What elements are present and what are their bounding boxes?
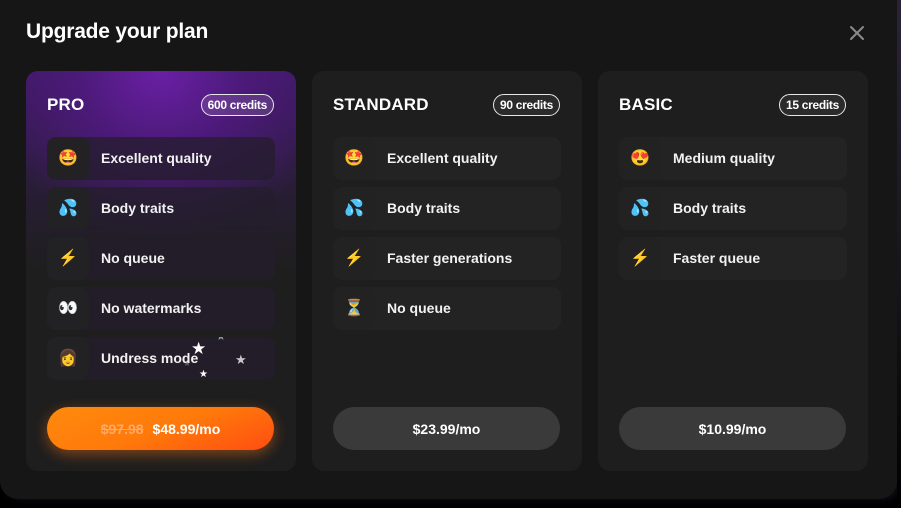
feature-item: 💦 Body traits [47,187,275,230]
star-icon: ★ [235,352,247,367]
feature-label: Undress mode [101,350,199,366]
sparkle-stars-decoration: ★ ★ ★ ★ ★ [185,337,275,380]
feature-list: 🤩 Excellent quality 💦 Body traits ⚡ Fast… [333,137,561,337]
price-label: $10.99/mo [698,420,767,437]
lightning-icon: ⚡ [47,237,89,280]
feature-item-highlighted: ★ ★ ★ ★ ★ 👩 Undress mode [47,337,275,380]
plan-name: PRO [47,95,85,114]
sweat-droplets-icon: 💦 [619,187,661,230]
feature-label: Body traits [387,200,461,216]
plan-card-standard[interactable]: STANDARD 90 credits 🤩 Excellent quality … [312,71,582,471]
feature-item: 🤩 Excellent quality [333,137,561,180]
feature-item: ⏳ No queue [333,287,561,330]
sweat-droplets-icon: 💦 [47,187,89,230]
credits-badge: 90 credits [492,94,560,116]
hourglass-icon: ⏳ [333,287,375,330]
star-struck-face-icon: 🤩 [333,137,375,180]
heart-eyes-face-icon: 😍 [619,137,661,180]
credits-badge: 600 credits [200,94,274,116]
feature-label: Excellent quality [101,150,212,166]
window-edge [897,0,901,508]
feature-item: ⚡ No queue [47,237,275,280]
buy-standard-button[interactable]: $23.99/mo [333,407,560,450]
buy-basic-button[interactable]: $10.99/mo [619,407,846,450]
feature-list: 🤩 Excellent quality 💦 Body traits ⚡ No q… [47,137,275,387]
feature-item: 😍 Medium quality [619,137,847,180]
star-icon: ★ [199,369,208,380]
lightning-icon: ⚡ [333,237,375,280]
sweat-droplets-icon: 💦 [333,187,375,230]
feature-label: Faster generations [387,250,513,266]
woman-icon: 👩 [47,337,89,380]
feature-item: ⚡ Faster queue [619,237,847,280]
close-button[interactable] [846,22,868,44]
close-icon [850,26,864,40]
feature-label: Body traits [101,200,175,216]
feature-item: 💦 Body traits [333,187,561,230]
price-label: $48.99/mo [152,420,221,437]
feature-list: 😍 Medium quality 💦 Body traits ⚡ Faster … [619,137,847,287]
feature-label: Medium quality [673,150,775,166]
feature-label: Faster queue [673,250,761,266]
credits-badge: 15 credits [778,94,846,116]
plan-card-basic[interactable]: BASIC 15 credits 😍 Medium quality 💦 Body… [598,71,868,471]
original-price: $97.98 [100,420,144,437]
feature-label: No queue [387,300,451,316]
upgrade-plan-dialog: Upgrade your plan PRO 600 credits 🤩 Exce… [0,0,897,499]
lightning-icon: ⚡ [619,237,661,280]
feature-label: No queue [101,250,165,266]
buy-pro-button[interactable]: $97.98 $48.99/mo [47,407,274,450]
price-label: $23.99/mo [412,420,481,437]
feature-item: 💦 Body traits [619,187,847,230]
feature-item: 🤩 Excellent quality [47,137,275,180]
plan-name: BASIC [619,95,673,114]
feature-item: ⚡ Faster generations [333,237,561,280]
plan-name: STANDARD [333,95,429,114]
star-struck-face-icon: 🤩 [47,137,89,180]
dialog-title: Upgrade your plan [26,20,209,43]
feature-label: Body traits [673,200,747,216]
star-icon: ★ [216,337,226,343]
eyes-icon: 👀 [47,287,89,330]
feature-label: No watermarks [101,300,202,316]
plan-card-pro[interactable]: PRO 600 credits 🤩 Excellent quality 💦 Bo… [26,71,296,471]
feature-item: 👀 No watermarks [47,287,275,330]
feature-label: Excellent quality [387,150,498,166]
